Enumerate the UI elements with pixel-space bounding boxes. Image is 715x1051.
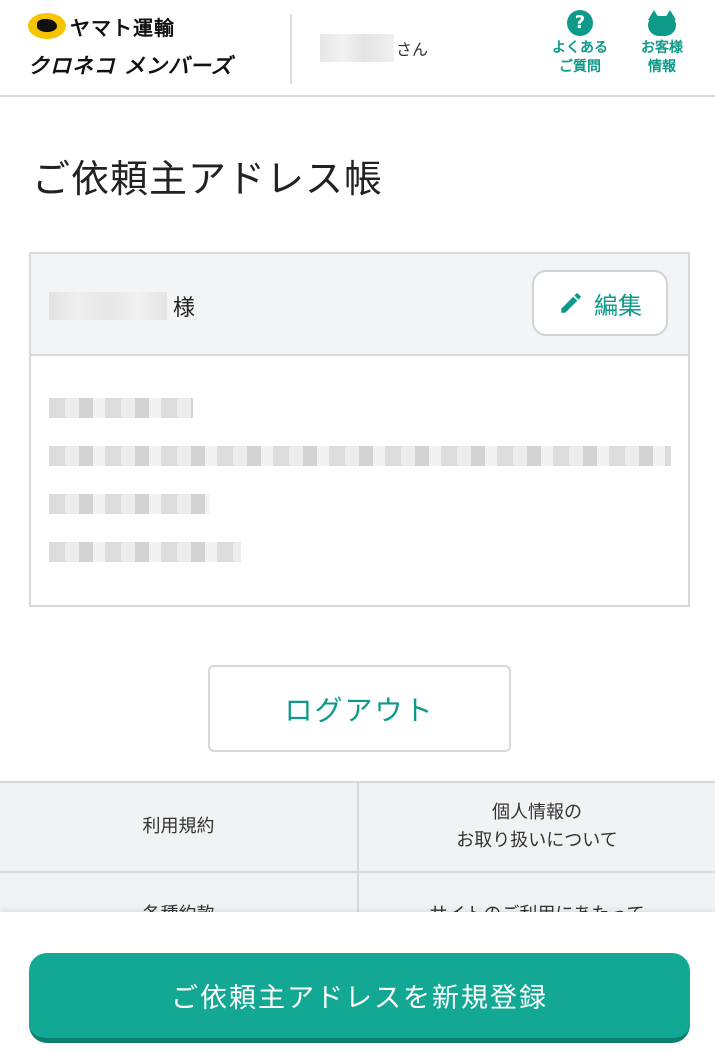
address-redacted-line bbox=[49, 446, 671, 466]
page-title: ご依頼主アドレス帳 bbox=[32, 157, 384, 201]
logout-button[interactable]: ログアウト bbox=[208, 665, 511, 752]
faq-link[interactable]: ? よくある ご質問 bbox=[545, 10, 615, 77]
account-info-link[interactable]: お客様 情報 bbox=[627, 10, 697, 77]
faq-label-line1: よくある bbox=[552, 40, 608, 56]
address-card: 様 編集 bbox=[29, 252, 690, 607]
brand-name: ヤマト運輸 bbox=[70, 15, 175, 40]
address-redacted-line bbox=[49, 542, 241, 562]
brand-subtitle: クロネコ メンバーズ bbox=[28, 54, 233, 78]
cat-icon bbox=[648, 10, 676, 36]
honorific: 様 bbox=[173, 296, 196, 321]
address-card-header: 様 編集 bbox=[31, 254, 688, 356]
address-redacted-line bbox=[49, 398, 193, 418]
faq-label-line2: ご質問 bbox=[559, 59, 601, 75]
edit-label: 編集 bbox=[594, 291, 642, 320]
recipient-name: 様 bbox=[49, 290, 195, 322]
account-label-line2: 情報 bbox=[648, 59, 676, 75]
pencil-icon bbox=[561, 293, 581, 313]
header-divider bbox=[290, 14, 292, 84]
address-redacted-line bbox=[49, 494, 209, 514]
account-label-line1: お客様 bbox=[641, 40, 683, 56]
question-circle-icon: ? bbox=[567, 10, 593, 36]
user-suffix: さん bbox=[396, 40, 429, 59]
bottom-action-bar: ご依頼主アドレスを新規登録 bbox=[0, 912, 715, 1051]
black-cat-logo-icon bbox=[28, 13, 66, 39]
footer-links: 利用規約 個人情報の お取り扱いについて 各種約款 サイトのご利用にあたって bbox=[0, 781, 715, 933]
register-address-button[interactable]: ご依頼主アドレスを新規登録 bbox=[29, 953, 690, 1043]
brand-logo[interactable]: ヤマト運輸 クロネコ メンバーズ bbox=[28, 12, 278, 84]
user-name-redacted bbox=[320, 34, 394, 62]
recipient-name-redacted bbox=[49, 292, 167, 320]
privacy-line1: 個人情報の bbox=[492, 802, 582, 823]
privacy-link[interactable]: 個人情報の お取り扱いについて bbox=[359, 783, 715, 873]
terms-link[interactable]: 利用規約 bbox=[0, 783, 359, 873]
site-header: ヤマト運輸 クロネコ メンバーズ さん ? よくある ご質問 お客様 情報 bbox=[0, 0, 715, 97]
user-greeting: さん bbox=[320, 34, 428, 62]
edit-button[interactable]: 編集 bbox=[532, 270, 668, 336]
privacy-line2: お取り扱いについて bbox=[456, 830, 618, 851]
